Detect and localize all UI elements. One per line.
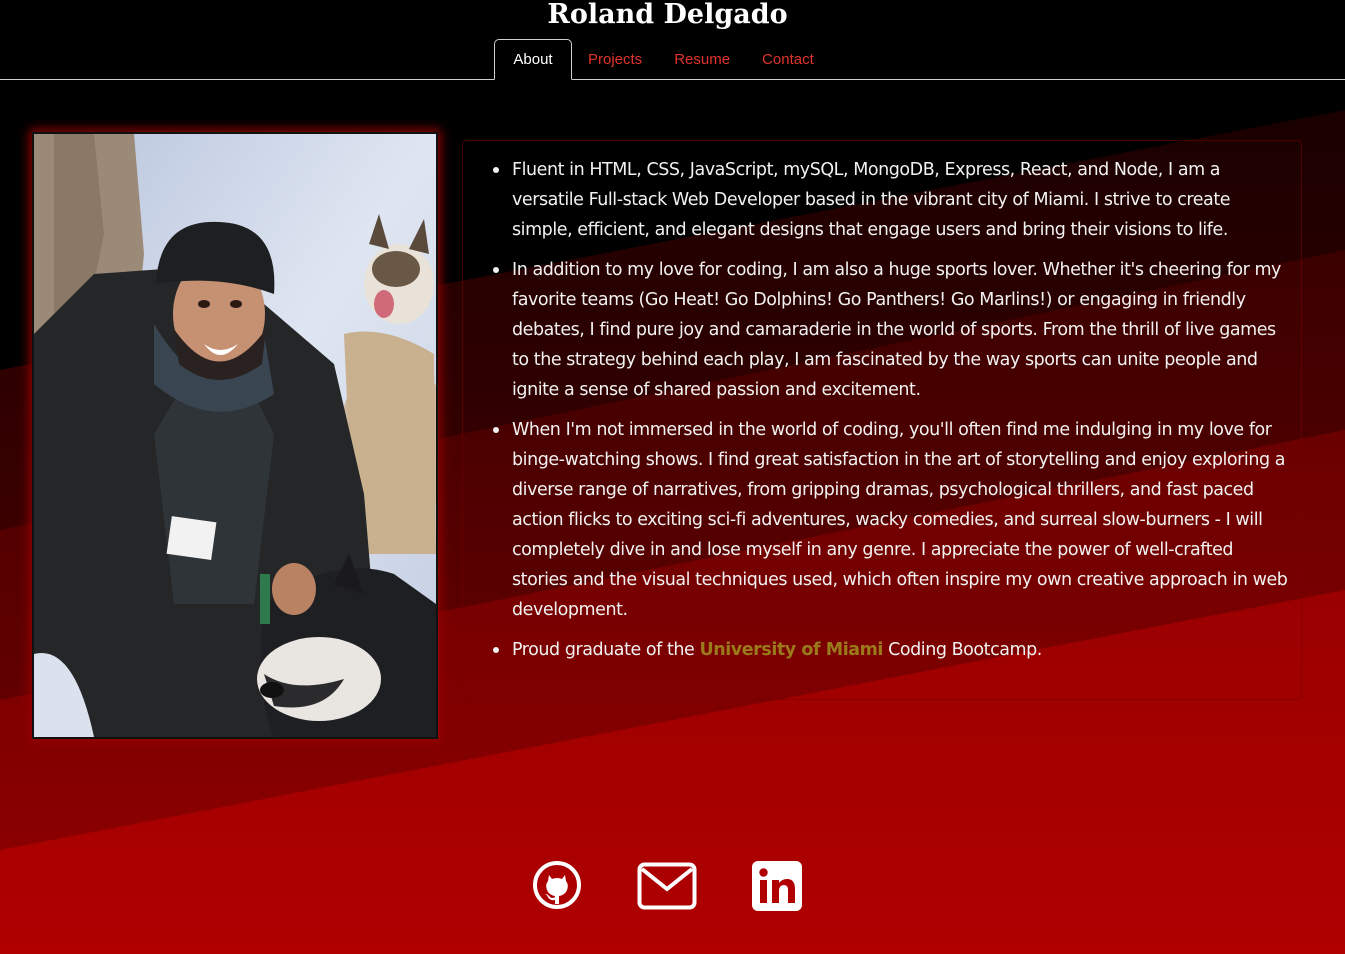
site-header: Roland Delgado About Projects Resume Con… xyxy=(0,0,1345,80)
profile-photo-image xyxy=(34,134,436,737)
about-bullet-graduate: Proud graduate of the University of Miam… xyxy=(493,635,1292,665)
tab-projects[interactable]: Projects xyxy=(572,39,658,79)
profile-photo xyxy=(32,132,438,739)
email-link[interactable] xyxy=(637,862,697,914)
linkedin-icon xyxy=(752,861,802,911)
github-icon xyxy=(533,861,581,909)
site-title: Roland Delgado xyxy=(547,0,788,30)
github-link[interactable] xyxy=(532,860,582,914)
envelope-icon xyxy=(637,862,697,910)
tab-resume[interactable]: Resume xyxy=(658,39,746,79)
tab-about[interactable]: About xyxy=(494,39,572,80)
graduate-suffix: Coding Bootcamp. xyxy=(882,640,1042,660)
linkedin-link[interactable] xyxy=(752,861,802,915)
tab-contact[interactable]: Contact xyxy=(746,39,830,79)
about-bullet-skills: Fluent in HTML, CSS, JavaScript, mySQL, … xyxy=(493,155,1292,245)
page: Roland Delgado About Projects Resume Con… xyxy=(0,0,1345,954)
social-links xyxy=(0,860,1345,912)
school-link[interactable]: University of Miami xyxy=(699,640,883,660)
nav-tabs: About Projects Resume Contact xyxy=(494,39,830,80)
graduate-prefix: Proud graduate of the xyxy=(512,640,700,660)
about-bullet-sports: In addition to my love for coding, I am … xyxy=(493,255,1292,405)
about-list: Fluent in HTML, CSS, JavaScript, mySQL, … xyxy=(493,155,1292,675)
about-bullet-shows: When I'm not immersed in the world of co… xyxy=(493,415,1292,625)
